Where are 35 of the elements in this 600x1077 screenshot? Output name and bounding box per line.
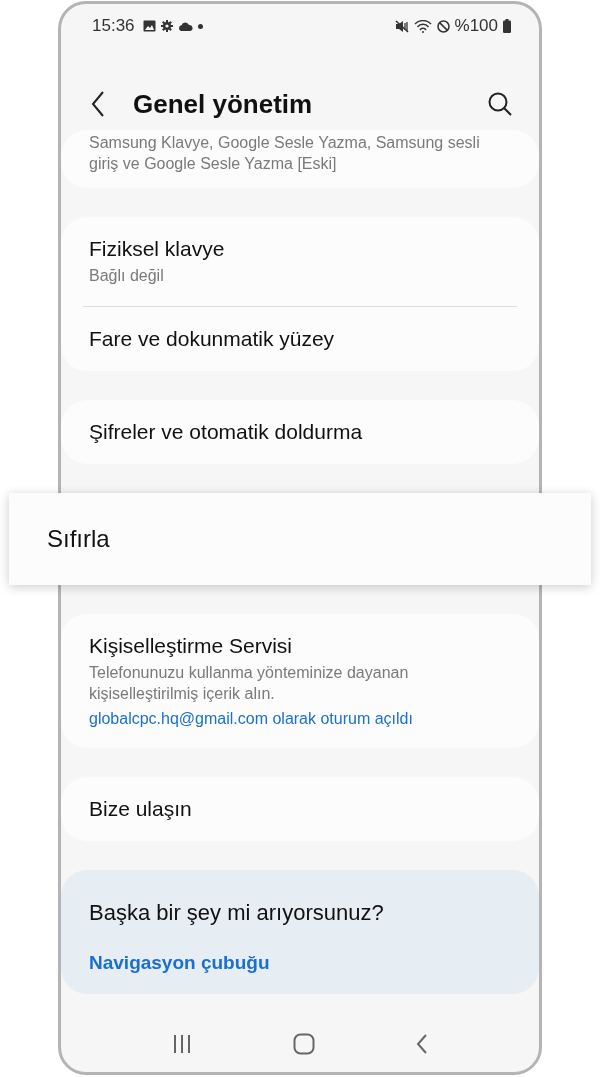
status-time: 15:36 bbox=[92, 16, 135, 36]
settings-item[interactable]: Samsung Klavye, Google Sesle Yazma, Samsung sesli giriş ve Google Sesle Yazma [Eski] bbox=[61, 130, 539, 188]
battery-percent: %100 bbox=[454, 16, 498, 36]
settings-item[interactable]: Sıfırla bbox=[9, 493, 591, 585]
settings-item[interactable]: Fiziksel klavye Bağlı değil bbox=[61, 217, 539, 306]
wifi-icon bbox=[413, 19, 432, 33]
item-title: Fare ve dokunmatik yüzey bbox=[89, 327, 336, 351]
suggestion-link[interactable]: Navigasyon çubuğu bbox=[89, 952, 511, 974]
page-title: Genel yönetim bbox=[133, 88, 314, 120]
recent-apps-icon[interactable] bbox=[171, 1034, 192, 1054]
settings-item[interactable]: Fare ve dokunmatik yüzey bbox=[61, 307, 539, 371]
settings-item[interactable]: Şifreler ve otomatik doldurma bbox=[61, 400, 539, 464]
battery-icon bbox=[503, 19, 511, 33]
item-title: Kişiselleştirme Servisi bbox=[89, 634, 294, 658]
search-icon[interactable] bbox=[487, 91, 513, 117]
account-status: globalcpc.hq@gmail.com olarak oturum açıldı bbox=[89, 710, 414, 728]
cloud-icon bbox=[177, 21, 193, 31]
item-title: Fiziksel klavye bbox=[89, 237, 226, 261]
back-icon[interactable] bbox=[91, 91, 105, 117]
suggestions-title: Başka bir şey mi arıyorsunuz? bbox=[89, 900, 385, 926]
item-description: Bağlı değil bbox=[89, 266, 165, 286]
item-title: Sıfırla bbox=[47, 525, 111, 553]
settings-item[interactable]: Bize ulaşın bbox=[61, 777, 539, 841]
do-not-disturb-icon bbox=[436, 19, 450, 33]
gear-icon bbox=[160, 20, 173, 32]
mute-icon bbox=[394, 19, 409, 33]
item-description: Samsung Klavye, Google Sesle Yazma, Samsung sesli giriş ve Google Sesle Yazma [Eski] bbox=[89, 133, 481, 174]
item-description: Telefonunuzu kullanma yönteminize dayanan kişiselleştirilmiş içerik alın. bbox=[89, 663, 410, 704]
back-nav-icon[interactable] bbox=[416, 1034, 429, 1054]
dot-icon bbox=[197, 23, 203, 29]
image-icon bbox=[142, 20, 156, 32]
home-icon[interactable] bbox=[293, 1033, 315, 1055]
item-title: Bize ulaşın bbox=[89, 797, 193, 821]
item-title: Şifreler ve otomatik doldurma bbox=[89, 420, 364, 444]
settings-item[interactable]: Kişiselleştirme Servisi Telefonunuzu kullanma yönteminize dayanan kişiselleştirilmiş içerik alın. globalcpc.hq@gmail.com olarak oturum açıldı bbox=[61, 614, 539, 748]
